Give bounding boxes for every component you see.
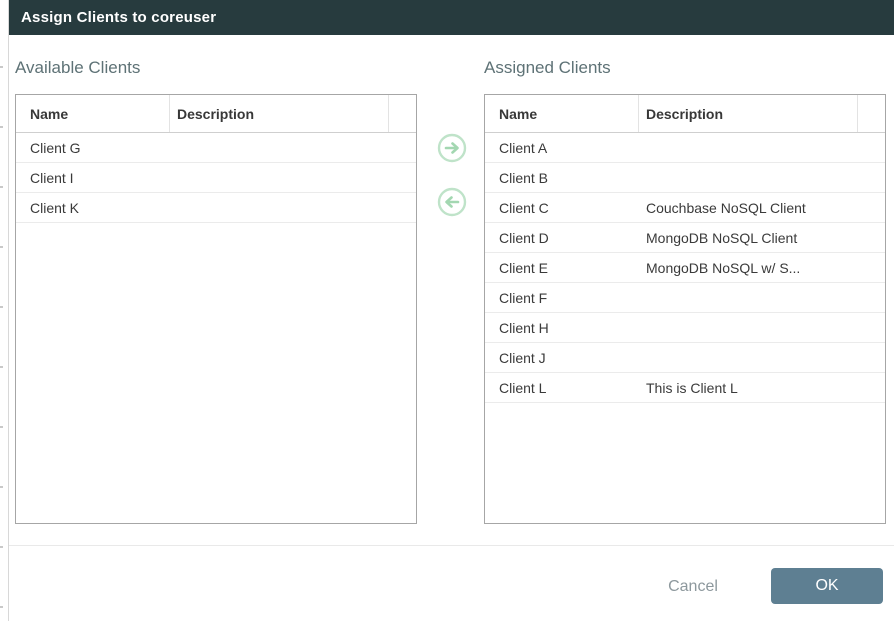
client-name: Client I <box>16 170 170 186</box>
table-row[interactable]: Client C Couchbase NoSQL Client <box>485 193 885 223</box>
arrow-right-circle-icon <box>437 133 467 163</box>
table-row[interactable]: Client G <box>16 133 416 163</box>
table-row[interactable]: Client E MongoDB NoSQL w/ S... <box>485 253 885 283</box>
client-description: MongoDB NoSQL Client <box>639 230 858 246</box>
table-row[interactable]: Client J <box>485 343 885 373</box>
table-row[interactable]: Client B <box>485 163 885 193</box>
column-header-name: Name <box>485 95 639 132</box>
client-name: Client E <box>485 260 639 276</box>
client-description: This is Client L <box>639 380 858 396</box>
client-name: Client A <box>485 140 639 156</box>
footer-divider <box>9 545 894 546</box>
client-name: Client J <box>485 350 639 366</box>
transfer-controls <box>436 133 468 217</box>
client-name: Client G <box>16 140 170 156</box>
column-header-extra <box>389 95 416 132</box>
dialog-title: Assign Clients to coreuser <box>21 9 216 26</box>
assigned-clients-heading: Assigned Clients <box>484 58 611 78</box>
assign-button[interactable] <box>437 133 467 163</box>
background-page-edge <box>0 0 8 621</box>
client-description: Couchbase NoSQL Client <box>639 200 858 216</box>
client-name: Client F <box>485 290 639 306</box>
assigned-table-header: Name Description <box>485 95 885 133</box>
table-row[interactable]: Client A <box>485 133 885 163</box>
ok-button[interactable]: OK <box>771 568 883 604</box>
client-name: Client C <box>485 200 639 216</box>
available-clients-table: Name Description Client G Client I Clien… <box>15 94 417 524</box>
available-clients-heading: Available Clients <box>15 58 140 78</box>
table-row[interactable]: Client K <box>16 193 416 223</box>
column-header-name: Name <box>16 95 170 132</box>
column-header-description: Description <box>170 95 389 132</box>
table-row[interactable]: Client I <box>16 163 416 193</box>
client-name: Client H <box>485 320 639 336</box>
table-row[interactable]: Client D MongoDB NoSQL Client <box>485 223 885 253</box>
client-description: MongoDB NoSQL w/ S... <box>639 260 858 276</box>
client-name: Client D <box>485 230 639 246</box>
arrow-left-circle-icon <box>437 187 467 217</box>
screen: Assign Clients to coreuser Available Cli… <box>0 0 894 621</box>
column-header-extra <box>858 95 885 132</box>
cancel-button[interactable]: Cancel <box>653 572 733 602</box>
client-name: Client B <box>485 170 639 186</box>
assign-clients-dialog: Assign Clients to coreuser Available Cli… <box>8 0 894 621</box>
assigned-clients-table: Name Description Client A Client B Clien… <box>484 94 886 524</box>
available-table-header: Name Description <box>16 95 416 133</box>
client-name: Client L <box>485 380 639 396</box>
client-name: Client K <box>16 200 170 216</box>
column-header-description: Description <box>639 95 858 132</box>
table-row[interactable]: Client F <box>485 283 885 313</box>
unassign-button[interactable] <box>437 187 467 217</box>
dialog-title-bar: Assign Clients to coreuser <box>9 0 894 35</box>
table-row[interactable]: Client L This is Client L <box>485 373 885 403</box>
table-row[interactable]: Client H <box>485 313 885 343</box>
